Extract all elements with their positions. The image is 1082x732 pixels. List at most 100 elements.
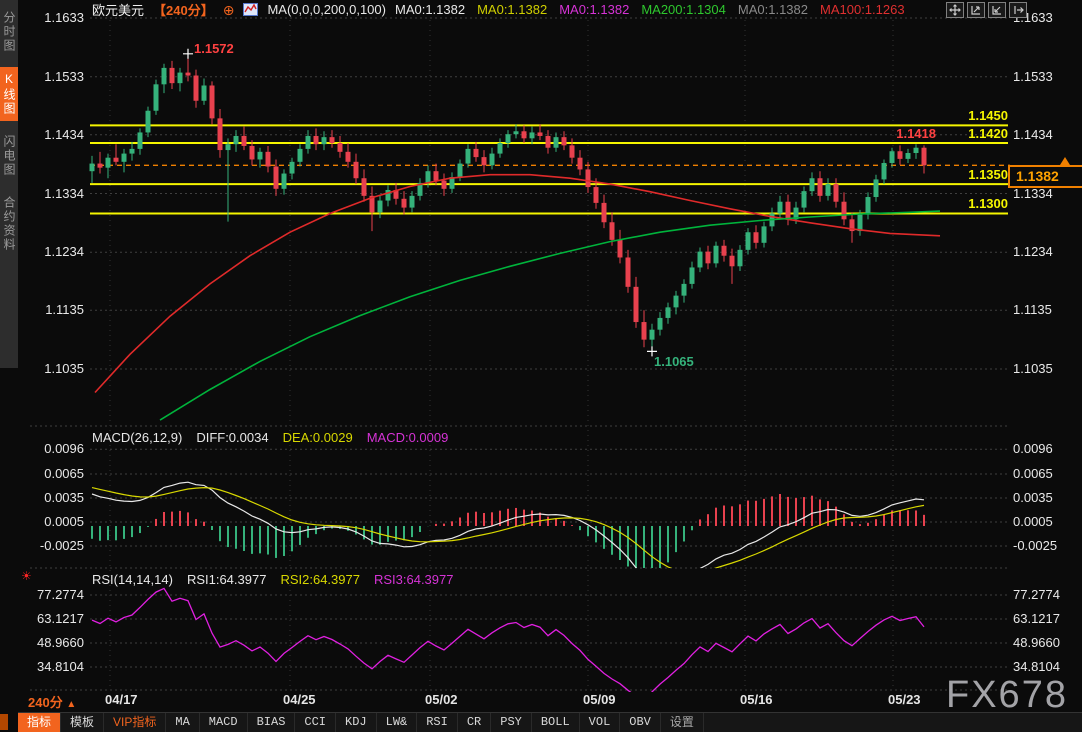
swing-high-cross-icon [183,49,193,59]
level-price-label: 1.1420 [968,127,1008,141]
toolbar-item-指标[interactable]: 指标 [18,713,61,732]
axis-tick-label: 77.2774 [22,588,84,602]
axis-tick-label: 63.1217 [22,612,84,626]
toolbar-item-模板[interactable]: 模板 [61,713,104,732]
axis-tick-label: 77.2774 [1013,588,1079,602]
toolbar-item-KDJ[interactable]: KDJ [336,713,377,732]
rsi2-value: RSI2:64.3977 [280,572,360,587]
toolbar-item-设置[interactable]: 设置 [661,713,704,732]
period-badge: 【240分】 [153,0,214,19]
sidebar-tab-闪电图[interactable]: 闪电图 [0,130,18,182]
swing-high-label: 1.1572 [194,41,234,56]
macd-panel-header: MACD(26,12,9) DIFF:0.0034 DEA:0.0029 MAC… [92,430,448,445]
toolbar-item-CCI[interactable]: CCI [295,713,336,732]
x-axis-date: 05/09 [583,692,616,707]
move-crosshair-icon[interactable] [946,2,964,18]
rsi-plot [92,588,924,698]
sidebar-tab-分时图[interactable]: 分时图 [0,6,18,58]
trading-app-window: 分时图 K线图闪电图合约资料 欧元美元 【240分】 ⊕ MA(0,0,0,200… [0,0,1082,732]
toolbar-item-VIP指标[interactable]: VIP指标 [104,713,166,732]
level-price-label: 1.1450 [968,109,1008,123]
axis-tick-label: -0.0025 [1013,539,1079,553]
x-axis-date: 05/23 [888,692,921,707]
axis-tick-label: 0.0096 [22,442,84,456]
axis-tick-label: 48.9660 [1013,636,1079,650]
ma-legend-value: MA200:1.1304 [641,2,726,17]
swing-low-label: 1.1065 [654,354,694,369]
axis-tick-label: -0.0025 [22,539,84,553]
rsi1-value: RSI1:64.3977 [187,572,267,587]
axis-tick-label: 34.8104 [22,660,84,674]
go-latest-icon[interactable] [1009,2,1027,18]
candlestick-series [90,54,927,352]
axis-tick-label: 1.1434 [22,128,84,142]
axis-tick-label: 48.9660 [22,636,84,650]
axis-tick-label: 1.1035 [22,362,84,376]
chart-canvas[interactable] [0,0,1082,732]
toolbar-item-RSI[interactable]: RSI [417,713,458,732]
x-axis-date: 05/02 [425,692,458,707]
rsi-title: RSI(14,14,14) [92,572,173,587]
axis-tick-label: 0.0096 [1013,442,1079,456]
axis-tick-label: 1.1533 [22,70,84,84]
rsi3-value: RSI3:64.3977 [374,572,454,587]
x-axis-date: 04/17 [105,692,138,707]
current-price-box: 1.1382 [1008,165,1082,188]
axis-tick-label: 34.8104 [1013,660,1079,674]
axis-tick-label: 1.1135 [22,303,84,317]
level-price-label: 1.1300 [968,197,1008,211]
axis-tick-label: 1.1334 [22,187,84,201]
macd-macd-value: MACD:0.0009 [367,430,449,445]
axis-tick-label: 0.0035 [1013,491,1079,505]
axis-tick-label: 1.1135 [1013,303,1079,317]
axis-tick-label: 1.1334 [1013,187,1079,201]
axis-tick-label: 0.0035 [22,491,84,505]
axis-tick-label: 1.1633 [22,11,84,25]
axis-zoom-in-icon[interactable] [967,2,985,18]
axis-zoom-out-icon[interactable] [988,2,1006,18]
recent-high-label: 1.1418 [896,127,936,141]
ma-legend-value: MA0:1.1382 [559,2,629,17]
chart-tool-icons [946,2,1027,18]
sidebar-tab-K线图[interactable]: K线图 [0,67,18,121]
axis-tick-label: 1.1234 [22,245,84,259]
toolbar-item-CR[interactable]: CR [458,713,491,732]
add-indicator-icon[interactable]: ⊕ [223,3,235,17]
toolbar-item-MACD[interactable]: MACD [200,713,248,732]
ma-legend-value: MA0:1.1382 [738,2,808,17]
ma-legend-value: MA100:1.1263 [820,2,905,17]
alert-sun-icon: ☀ [21,569,32,583]
dea-line [92,488,924,573]
sidebar-tab-合约资料[interactable]: 合约资料 [0,191,18,257]
rsi-line [92,588,924,698]
toolbar-item-OBV[interactable]: OBV [620,713,661,732]
axis-tick-label: 1.1434 [1013,128,1079,142]
axis-tick-label: 1.1234 [1013,245,1079,259]
toolbar-item-BOLL[interactable]: BOLL [532,713,580,732]
toolbar-item-LW&[interactable]: LW& [377,713,418,732]
x-axis-date: 05/16 [740,692,773,707]
ma-legend-value: MA0:1.1382 [395,2,465,17]
axis-tick-label: 0.0005 [1013,515,1079,529]
vertical-grid-lines [110,20,893,688]
toolbar-item-BIAS[interactable]: BIAS [248,713,296,732]
x-axis-date: 04/25 [283,692,316,707]
toolbar-item-MA[interactable]: MA [166,713,199,732]
line-chart-icon[interactable] [243,3,258,16]
macd-diff-value: DIFF:0.0034 [196,430,268,445]
axis-tick-label: 1.1533 [1013,70,1079,84]
axis-tick-label: 0.0005 [22,515,84,529]
grid-lines [30,18,1008,690]
axis-tick-label: 0.0065 [1013,467,1079,481]
ma-settings-label: MA(0,0,0,200,0,100) [267,2,386,17]
ma100-line [95,175,940,393]
toolbar-item-PSY[interactable]: PSY [491,713,532,732]
ma200-line [160,211,940,420]
axis-tick-label: 0.0065 [22,467,84,481]
chart-header: 欧元美元 【240分】 ⊕ MA(0,0,0,200,0,100) MA0:1.… [92,1,905,18]
ma-legend: MA0:1.1382 MA0:1.1382 MA0:1.1382 MA200:1.13… [395,2,905,17]
macd-title: MACD(26,12,9) [92,430,182,445]
symbol-title: 欧元美元 [92,0,144,19]
x-axis-dates: 04/17 04/25 05/02 05/09 05/16 05/23 [0,692,1082,710]
toolbar-item-VOL[interactable]: VOL [580,713,621,732]
